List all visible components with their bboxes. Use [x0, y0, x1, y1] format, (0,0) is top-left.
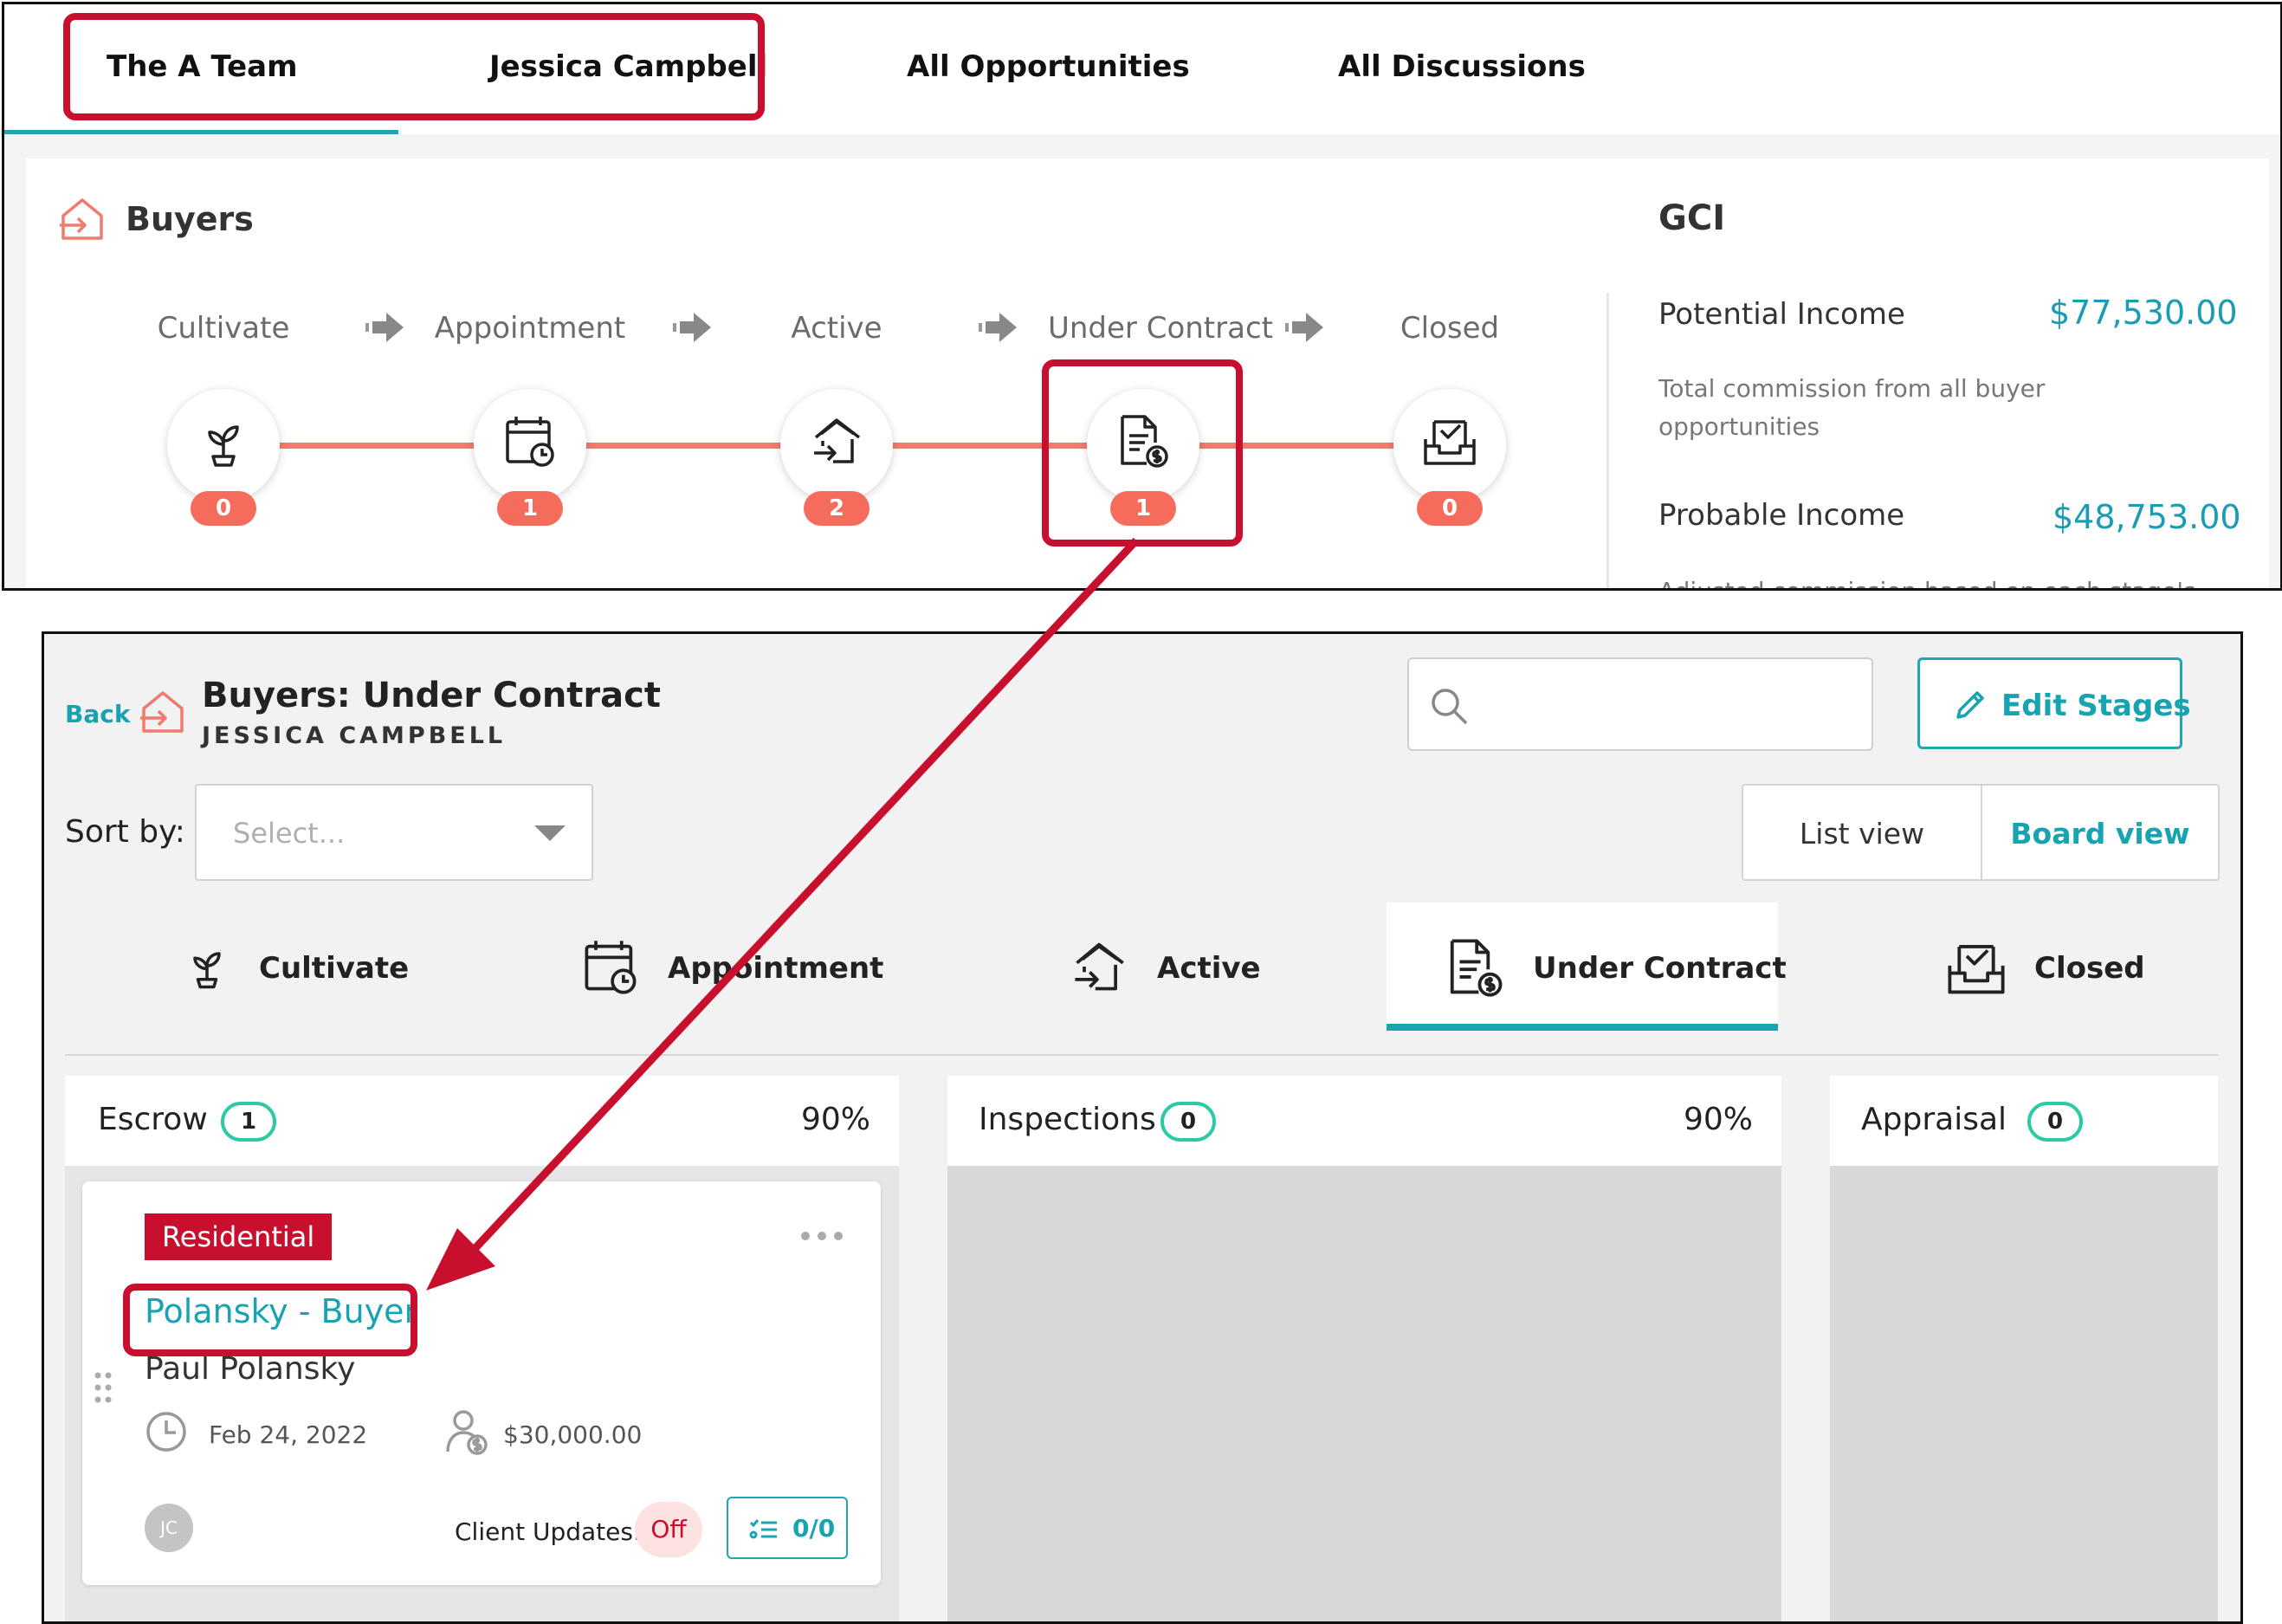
annotation-arrow [426, 537, 1140, 1291]
